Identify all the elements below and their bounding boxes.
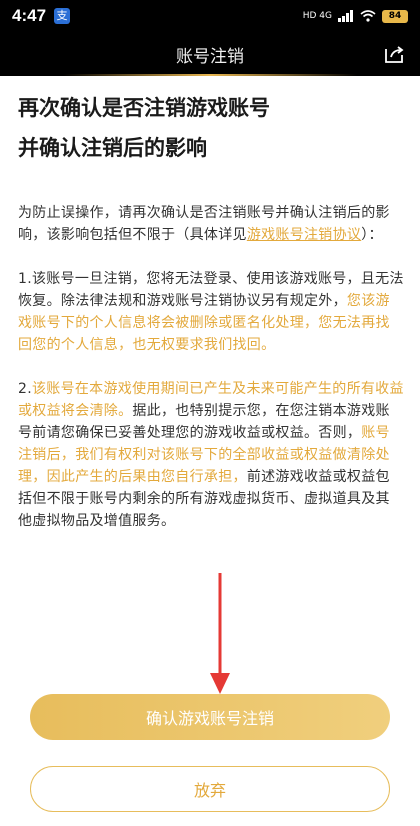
notice-paragraph-2: 2.该账号在本游戏使用期间已产生及未来可能产生的所有收益或权益将会清除。据此，也… xyxy=(18,378,404,532)
headline-line-2: 并确认注销后的影响 xyxy=(18,136,207,160)
page-title: 账号注销 xyxy=(176,46,244,67)
status-time: 4:47 xyxy=(12,6,47,25)
content: 再次确认是否注销游戏账号 并确认注销后的影响 为防止误操作，请再次确认是否注销账… xyxy=(18,76,404,532)
signal-icon xyxy=(338,10,353,22)
status-indicators: HD 4G 84 xyxy=(302,9,408,23)
p1-normal: 1.该账号一旦注销，您将无法登录、使用该游戏账号，且无法恢复。除法律法规和游戏账… xyxy=(18,271,404,309)
intro-end: ）： xyxy=(361,227,383,243)
status-bar: 4:47 支 HD 4G 84 xyxy=(0,0,420,32)
red-arrow-annotation xyxy=(210,573,230,694)
alipay-notification-icon: 支 xyxy=(54,8,71,24)
headline-line-1: 再次确认是否注销游戏账号 xyxy=(18,96,270,120)
intro-paragraph: 为防止误操作，请再次确认是否注销账号并确认注销后的影响，该影响包括但不限于（具体… xyxy=(18,202,404,246)
headline: 再次确认是否注销游戏账号 并确认注销后的影响 xyxy=(18,76,404,168)
battery-icon: 84 xyxy=(382,9,408,23)
network-type: HD 4G xyxy=(302,10,332,21)
cancel-button[interactable]: 放弃 xyxy=(30,766,390,812)
share-icon[interactable] xyxy=(382,42,406,66)
p2-prefix: 2. xyxy=(18,381,32,397)
header: 账号注销 xyxy=(0,32,420,76)
confirm-delete-button[interactable]: 确认游戏账号注销 xyxy=(30,694,390,740)
notice-paragraph-1: 1.该账号一旦注销，您将无法登录、使用该游戏账号，且无法恢复。除法律法规和游戏账… xyxy=(18,268,404,356)
wifi-icon xyxy=(360,10,376,22)
agreement-link[interactable]: 游戏账号注销协议 xyxy=(247,227,361,243)
